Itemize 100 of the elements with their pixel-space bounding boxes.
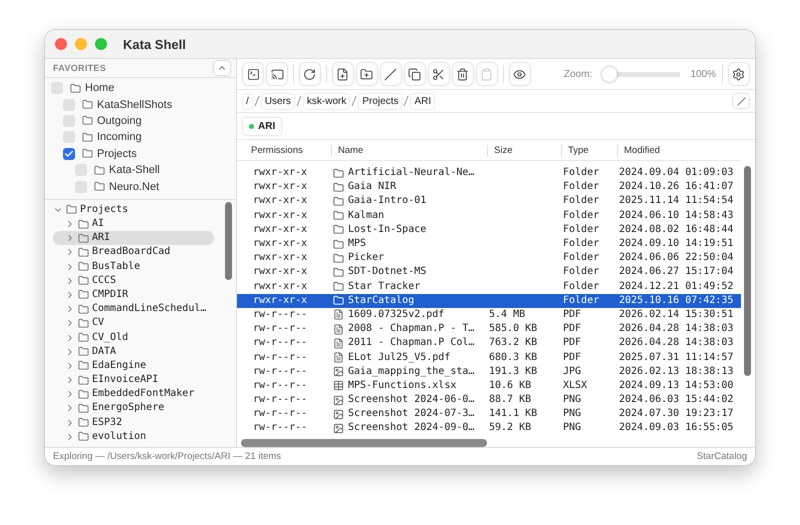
tree-item[interactable]: EdaEngine — [53, 358, 214, 373]
delete-button[interactable] — [452, 63, 473, 85]
file-row[interactable]: rw-r--r-- 1609.07325v2.pdf 5.4 MB PDF 2026.02.14 15:30:51 — [237, 308, 741, 322]
column-header[interactable]: Permissions — [251, 144, 331, 156]
tree-item[interactable]: EmbeddedFontMaker — [53, 387, 214, 402]
favorite-item[interactable]: Incoming — [97, 131, 142, 144]
column-header[interactable]: Size — [487, 144, 561, 156]
tree-item[interactable]: CommandLineSchedul… — [53, 302, 214, 316]
scrollbar[interactable] — [744, 166, 751, 376]
tree-label: ARI — [92, 232, 110, 244]
table-cell-text: rw-r--r-- — [253, 337, 308, 350]
favorite-item[interactable]: Projects — [97, 148, 137, 160]
column-header[interactable]: Modified — [617, 144, 741, 156]
table-cell-text: 10.6 KB — [489, 380, 532, 392]
file-row[interactable]: rwxr-xr-x Star Tracker Folder 2024.12.21 01:49:52 — [237, 280, 741, 294]
tree-item[interactable]: DATA — [53, 344, 214, 359]
file-row[interactable]: rw-r--r-- Screenshot 2024-06-0… 88.7 KB PNG 2024.06.03 15:44:02 — [237, 393, 741, 408]
tree-item[interactable]: CV — [53, 316, 214, 330]
file-row[interactable]: rw-r--r-- 2011 - Chapman.P Col… 763.2 KB PDF 2026.04.28 14:38:03 — [237, 336, 741, 350]
tree-item[interactable]: ARI — [53, 231, 214, 246]
file-row[interactable]: rwxr-xr-x SDT-Dotnet-MS Folder 2024.06.27 15:17:04 — [237, 265, 741, 280]
status-text: Exploring — /Users/ksk-work/Projects/ARI — 21 items — [53, 451, 282, 462]
tree-label: EInvoiceAPI — [92, 374, 158, 386]
tree-item[interactable]: EnergoSphere — [53, 401, 214, 416]
favorite-item[interactable]: Outgoing — [97, 114, 142, 127]
breadcrumb-item[interactable]: ksk-work — [304, 94, 350, 108]
scrollbar[interactable] — [225, 202, 232, 280]
collapse-button[interactable] — [214, 61, 230, 75]
file-row[interactable]: rw-r--r-- ELot Jul25_V5.pdf 680.3 KB PDF 2025.07.31 11:14:57 — [237, 350, 741, 365]
file-row[interactable]: rwxr-xr-x Picker Folder 2024.06.06 22:50:04 — [237, 251, 741, 266]
new-folder-button[interactable] — [356, 63, 377, 85]
tree-label: AI — [92, 218, 104, 230]
folder-icon — [333, 295, 344, 306]
new-file-button[interactable] — [332, 63, 353, 85]
file-row[interactable]: rwxr-xr-x Gaia NIR Folder 2024.10.26 16:41:07 — [237, 180, 741, 194]
file-row[interactable]: rwxr-xr-x Gaia-Intro-01 Folder 2025.11.14 11:54:54 — [237, 194, 741, 209]
table-cell-text: Folder — [563, 224, 600, 236]
table-cell-text: rwxr-xr-x — [253, 210, 308, 222]
folder-icon — [333, 196, 344, 207]
table-cell-text: 2025.11.14 11:54:54 — [619, 195, 734, 208]
tree-item[interactable]: BreadBoardCad — [53, 245, 214, 260]
column-header[interactable]: Name — [331, 144, 487, 156]
tree-item[interactable]: CV_Old — [53, 330, 214, 345]
table-cell-text: 2024.07.30 19:23:17 — [619, 408, 734, 420]
slider-thumb[interactable] — [602, 66, 618, 82]
file-row[interactable]: rw-r--r-- MPS-Functions.xlsx 10.6 KB XLSX 2024.09.13 14:53:00 — [237, 378, 741, 393]
terminal-button[interactable] — [243, 63, 264, 85]
tree-item[interactable]: AI — [53, 216, 214, 232]
file-row[interactable]: rwxr-xr-x MPS Folder 2024.09.10 14:19:51 — [237, 236, 741, 252]
cut-button[interactable] — [428, 63, 449, 85]
file-row[interactable]: rwxr-xr-x Artificial-Neural-Ne… Folder 2024.09.04 01:09:03 — [237, 166, 741, 180]
tab[interactable]: ARI — [243, 118, 282, 134]
folder-icon — [333, 182, 344, 193]
file-row[interactable]: rw-r--r-- Screenshot 2024-07-3… 141.1 KB PNG 2024.07.30 19:23:17 — [237, 407, 741, 422]
table-cell-text: Folder — [563, 238, 600, 250]
table-cell: Lost-In-Space — [348, 224, 426, 236]
rename-button[interactable] — [380, 63, 401, 85]
breadcrumb-item[interactable]: ARI — [411, 94, 434, 108]
tree-item[interactable]: EInvoiceAPI — [53, 372, 214, 388]
file-row[interactable]: rwxr-xr-x Kalman Folder 2024.06.10 14:58:43 — [237, 208, 741, 223]
file-row[interactable]: rw-r--r-- Screenshot 2024-09-0… 59.2 KB PNG 2024.09.03 16:55:05 — [237, 421, 741, 436]
favorite-item[interactable]: Home — [85, 82, 114, 94]
table-cell: Screenshot 2024-09-0… — [348, 422, 474, 434]
table-cell-text: rwxr-xr-x — [253, 252, 308, 264]
table-cell-text: 763.2 KB — [489, 337, 538, 350]
favorite-item[interactable]: KataShellShots — [97, 98, 172, 111]
edit-path-button[interactable] — [733, 94, 749, 108]
tree-item[interactable]: BusTable — [53, 259, 214, 274]
document-icon — [333, 352, 344, 364]
table-cell: Gaia NIR — [348, 181, 396, 194]
scrollbar[interactable] — [241, 438, 487, 447]
folder-icon — [94, 181, 105, 192]
tree-item[interactable]: CMPDIR — [53, 288, 214, 302]
file-row[interactable]: rw-r--r-- 2008 - Chapman.P - T… 585.0 KB PDF 2026.04.28 14:38:03 — [237, 322, 741, 336]
close-button[interactable] — [55, 38, 67, 50]
table-cell-text: PNG — [563, 408, 582, 420]
breadcrumb-item[interactable]: / — [243, 94, 252, 108]
refresh-button[interactable] — [300, 63, 320, 85]
checkbox[interactable] — [63, 148, 75, 160]
table-cell-text: PNG — [563, 422, 582, 434]
screen-button[interactable] — [267, 63, 288, 85]
favorite-item[interactable]: Kata-Shell — [109, 164, 160, 176]
preview-button[interactable] — [510, 63, 530, 85]
tree-item[interactable]: CCCS — [53, 274, 214, 288]
file-row[interactable]: rwxr-xr-x StarCatalog Folder 2025.10.16 07:42:35 — [237, 294, 741, 308]
tree-item[interactable]: Projects — [53, 202, 214, 217]
breadcrumb-item[interactable]: Projects — [359, 94, 402, 108]
file-row[interactable]: rwxr-xr-x Lost-In-Space Folder 2024.08.02 16:48:44 — [237, 222, 741, 237]
file-row[interactable]: rw-r--r-- Gaia_mapping_the_sta… 191.3 KB JPG 2026.02.13 18:38:13 — [237, 364, 741, 379]
trash-icon — [456, 68, 470, 80]
favorite-item[interactable]: Neuro.Net — [109, 180, 160, 193]
settings-button[interactable] — [728, 63, 749, 85]
tree-label: CommandLineSchedul… — [92, 303, 206, 316]
tree-item[interactable]: evolution — [53, 430, 214, 444]
column-header[interactable]: Type — [561, 144, 617, 156]
tree-item[interactable]: ESP32 — [53, 416, 214, 430]
tree-label: DATA — [92, 346, 116, 358]
breadcrumb-item[interactable]: Users — [262, 94, 294, 108]
copy-button[interactable] — [404, 63, 425, 85]
table-cell: ELot Jul25_V5.pdf — [348, 352, 450, 364]
